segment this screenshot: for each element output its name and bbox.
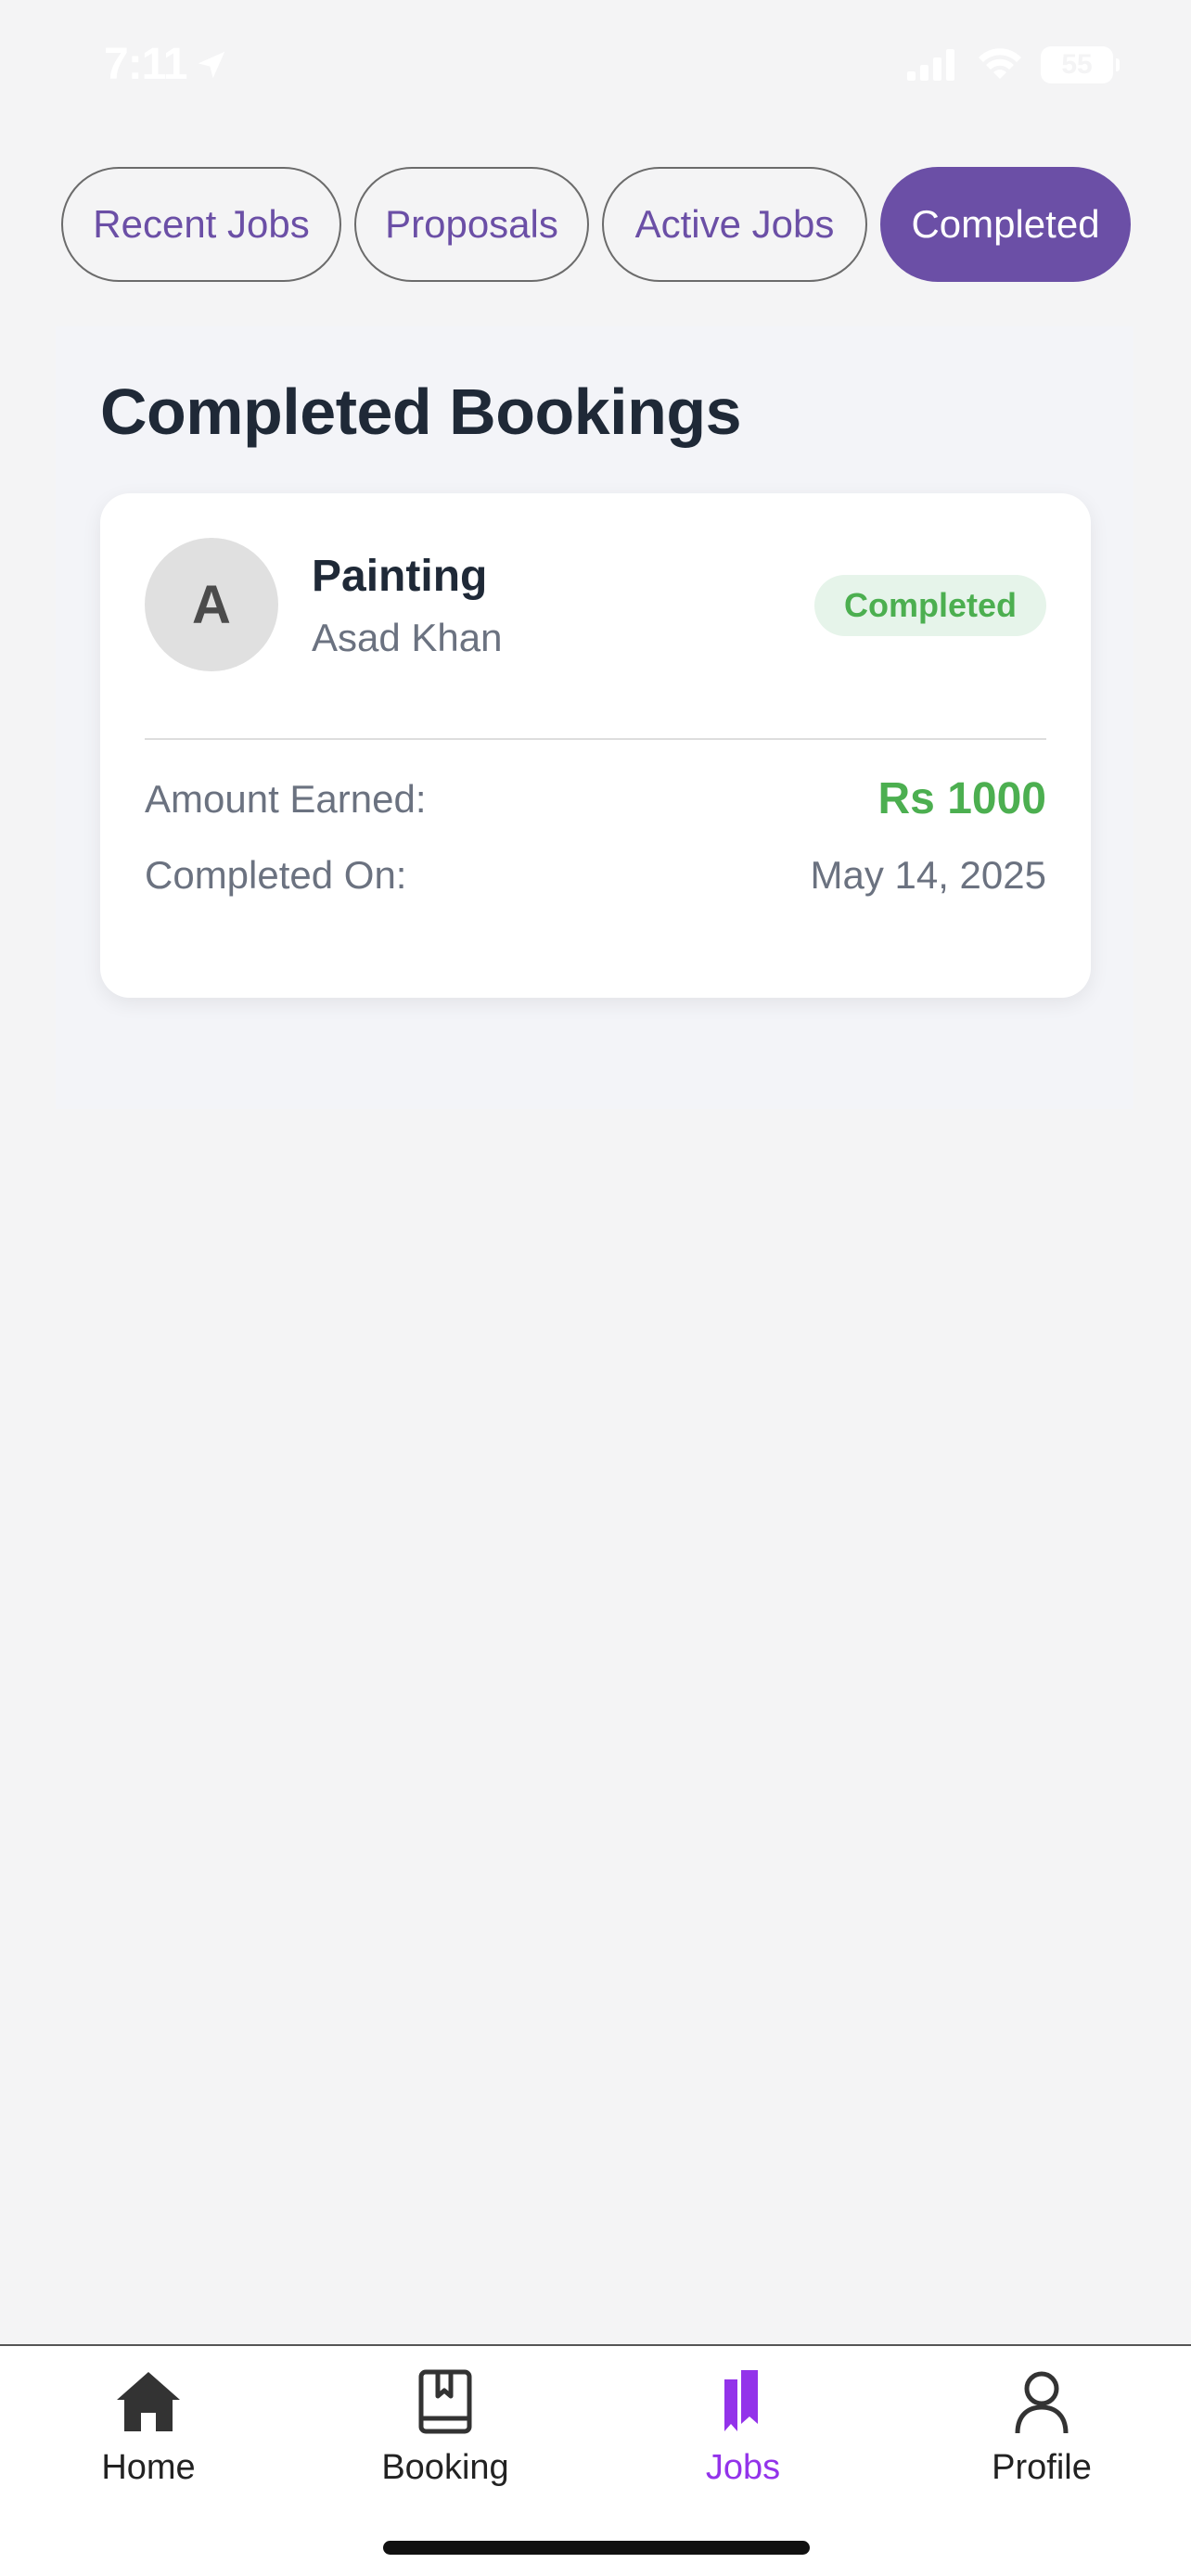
- client-name: Asad Khan: [312, 616, 503, 659]
- status-badge: Completed: [813, 575, 1046, 636]
- nav-booking-label: Booking: [381, 2448, 509, 2487]
- job-tabs: Recent Jobs Proposals Active Jobs Comple…: [61, 167, 1131, 282]
- nav-profile-label: Profile: [992, 2448, 1092, 2487]
- divider: [145, 738, 1046, 740]
- nav-jobs[interactable]: Jobs: [650, 2365, 836, 2488]
- nav-profile[interactable]: Profile: [949, 2365, 1134, 2488]
- nav-home[interactable]: Home: [56, 2365, 241, 2488]
- tab-proposals[interactable]: Proposals: [354, 167, 589, 282]
- bookmarks-icon: [724, 2370, 758, 2431]
- status-bar: 7:11 55: [0, 0, 1191, 139]
- amount-earned-label: Amount Earned:: [145, 777, 427, 821]
- page-title: Completed Bookings: [100, 376, 742, 448]
- completed-bookings-panel: Completed Bookings A Painting Asad Khan …: [56, 326, 1133, 1109]
- cellular-signal-icon: [907, 49, 954, 81]
- clock-text: 7:11: [104, 40, 187, 89]
- status-indicators: 55: [905, 46, 1120, 83]
- service-name: Painting: [312, 552, 488, 601]
- completed-on-label: Completed On:: [145, 853, 407, 897]
- booking-card[interactable]: A Painting Asad Khan Completed Amount Ea…: [100, 493, 1091, 998]
- nav-home-label: Home: [101, 2448, 196, 2487]
- nav-jobs-label: Jobs: [705, 2448, 781, 2487]
- battery-level: 55: [1061, 49, 1093, 80]
- status-time: 7:11: [104, 39, 229, 90]
- completed-on-value: May 14, 2025: [810, 853, 1046, 897]
- tab-completed[interactable]: Completed: [880, 167, 1131, 282]
- location-arrow-icon: [198, 51, 225, 78]
- book-icon: [418, 2369, 472, 2434]
- nav-booking[interactable]: Booking: [352, 2365, 538, 2488]
- battery-icon: 55: [1041, 46, 1120, 83]
- home-icon: [117, 2372, 180, 2431]
- home-indicator[interactable]: [383, 2541, 810, 2555]
- tab-active-jobs[interactable]: Active Jobs: [602, 167, 867, 282]
- avatar: A: [145, 538, 278, 671]
- person-icon: [1015, 2371, 1069, 2434]
- amount-earned-value: Rs 1000: [877, 774, 1046, 823]
- tab-recent-jobs[interactable]: Recent Jobs: [61, 167, 341, 282]
- wifi-icon: [979, 48, 1021, 79]
